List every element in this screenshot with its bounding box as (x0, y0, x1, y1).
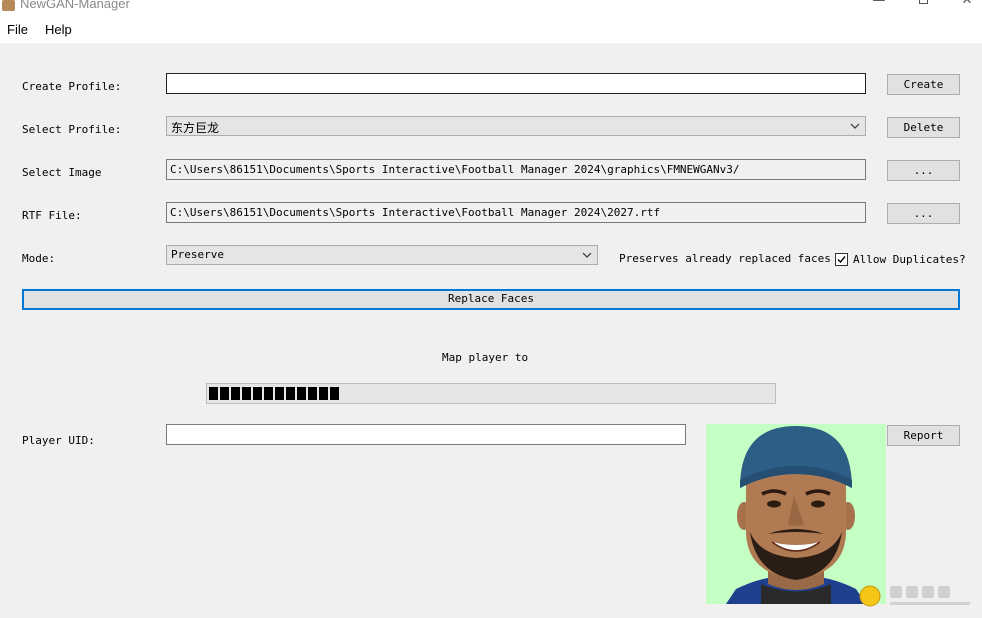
mode-value: Preserve (171, 248, 224, 261)
player-uid-input[interactable] (166, 424, 686, 445)
create-button[interactable]: Create (887, 74, 960, 95)
maximize-icon (918, 0, 928, 4)
maximize-button[interactable] (900, 0, 946, 10)
chevron-down-icon (850, 123, 860, 129)
title-bar: NewGAN-Manager — ✕ (0, 0, 982, 18)
progress-segment (231, 387, 240, 400)
report-button[interactable]: Report (887, 425, 960, 446)
select-image-path[interactable]: C:\Users\86151\Documents\Sports Interact… (166, 159, 866, 180)
browse-image-button[interactable]: ... (887, 160, 960, 181)
select-profile-dropdown[interactable]: 东方巨龙 (166, 116, 866, 136)
menu-help[interactable]: Help (45, 22, 72, 37)
menu-file[interactable]: File (7, 22, 28, 37)
browse-rtf-button[interactable]: ... (887, 203, 960, 224)
progress-segment (330, 387, 339, 400)
player-face-image (706, 424, 886, 604)
player-uid-label: Player UID: (22, 434, 95, 447)
progress-segment (242, 387, 251, 400)
select-profile-value: 东方巨龙 (171, 121, 220, 135)
rtf-file-label: RTF File: (22, 209, 82, 222)
progress-segment (286, 387, 295, 400)
progress-segment (253, 387, 262, 400)
minimize-button[interactable]: — (856, 0, 902, 10)
delete-button[interactable]: Delete (887, 117, 960, 138)
mode-description: Preserves already replaced faces (619, 252, 831, 265)
allow-duplicates-label[interactable]: Allow Duplicates? (853, 253, 966, 266)
progress-segment (209, 387, 218, 400)
progress-segment (220, 387, 229, 400)
rtf-file-path[interactable]: C:\Users\86151\Documents\Sports Interact… (166, 202, 866, 223)
progress-fill (209, 387, 339, 400)
menu-bar: File Help (0, 18, 982, 43)
app-icon (2, 0, 15, 11)
progress-segment (297, 387, 306, 400)
replace-faces-button[interactable]: Replace Faces (22, 289, 960, 310)
mode-label: Mode: (22, 252, 56, 265)
watermark-logo (859, 585, 970, 607)
progress-bar (206, 383, 776, 404)
progress-segment (275, 387, 284, 400)
allow-duplicates-checkbox[interactable] (835, 253, 848, 266)
create-profile-input[interactable] (166, 73, 866, 94)
checkmark-icon (837, 256, 846, 264)
mode-dropdown[interactable]: Preserve (166, 245, 598, 265)
status-text: Map player to (442, 351, 529, 364)
window-title: NewGAN-Manager (20, 0, 130, 11)
progress-segment (308, 387, 317, 400)
select-profile-label: Select Profile: (22, 123, 122, 136)
create-profile-label: Create Profile: (22, 80, 122, 93)
chevron-down-icon (582, 252, 592, 258)
select-image-label: Select Image (22, 166, 102, 179)
close-button[interactable]: ✕ (944, 0, 982, 10)
progress-segment (264, 387, 273, 400)
progress-segment (319, 387, 328, 400)
